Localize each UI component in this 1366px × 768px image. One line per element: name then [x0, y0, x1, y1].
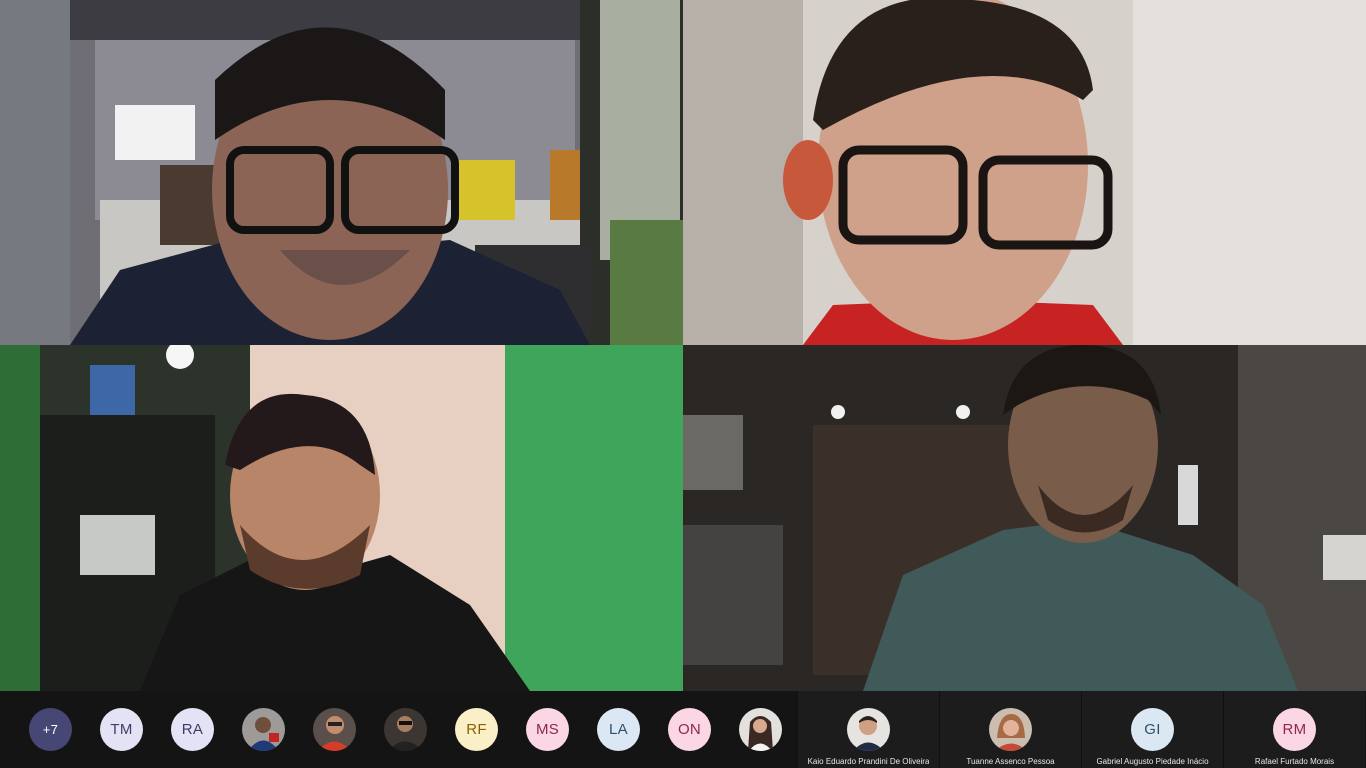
photo-avatar-icon	[847, 708, 890, 751]
video-tile-1[interactable]	[0, 0, 683, 345]
avatar-initials: LA	[609, 721, 628, 738]
participant-video-3	[0, 345, 683, 691]
participant-avatar-photo-3[interactable]	[384, 708, 427, 751]
participant-video-4	[683, 345, 1366, 691]
photo-avatar-icon	[313, 708, 356, 751]
participant-avatar-photo-6	[989, 708, 1032, 751]
participant-avatar-on[interactable]: ON	[668, 708, 711, 751]
named-participant-tile-3[interactable]: GI Gabriel Augusto Piedade Inácio	[1081, 691, 1223, 768]
participant-avatar-ms[interactable]: MS	[526, 708, 569, 751]
avatar-initials: RM	[1282, 721, 1307, 738]
participant-avatar-rf[interactable]: RF	[455, 708, 498, 751]
participant-avatar-tm[interactable]: TM	[100, 708, 143, 751]
participant-avatar-photo-5	[847, 708, 890, 751]
more-participants-button[interactable]: +7	[29, 708, 72, 751]
photo-avatar-icon	[739, 708, 782, 751]
avatar-initials: ON	[677, 721, 702, 738]
avatar-initials: GI	[1144, 721, 1161, 738]
more-participants-count: +7	[42, 722, 59, 737]
participant-roster: +7 TM RA RF MS LA ON	[0, 691, 797, 768]
avatar-initials: RA	[181, 721, 204, 738]
photo-avatar-icon	[989, 708, 1032, 751]
photo-avatar-icon	[242, 708, 285, 751]
video-grid	[0, 0, 1366, 691]
avatar-initials: RF	[466, 721, 487, 738]
participant-name: Kaio Eduardo Prandini De Oliveira	[807, 757, 930, 766]
participant-avatar-ra[interactable]: RA	[171, 708, 214, 751]
participant-strip: +7 TM RA RF MS LA ON Kaio Eduardo Prandi…	[0, 691, 1366, 768]
named-participant-tile-2[interactable]: Tuanne Assenco Pessoa	[939, 691, 1081, 768]
participant-avatar-gi: GI	[1131, 708, 1174, 751]
participant-video-2	[683, 0, 1366, 345]
participant-avatar-photo-1[interactable]	[242, 708, 285, 751]
meeting-window: +7 TM RA RF MS LA ON Kaio Eduardo Prandi…	[0, 0, 1366, 768]
participant-avatar-la[interactable]: LA	[597, 708, 640, 751]
avatar-initials: MS	[535, 721, 560, 738]
participant-name: Rafael Furtado Morais	[1254, 757, 1335, 766]
participant-avatar-rm: RM	[1273, 708, 1316, 751]
participant-avatar-photo-2[interactable]	[313, 708, 356, 751]
named-participant-tile-4[interactable]: RM Rafael Furtado Morais	[1223, 691, 1365, 768]
participant-avatar-photo-4[interactable]	[739, 708, 782, 751]
named-participants: Kaio Eduardo Prandini De Oliveira Tuanne…	[797, 691, 1366, 768]
participant-video-1	[0, 0, 683, 345]
avatar-initials: TM	[110, 721, 133, 738]
video-tile-4[interactable]	[683, 345, 1366, 691]
participant-name: Gabriel Augusto Piedade Inácio	[1096, 757, 1209, 766]
video-tile-2[interactable]	[683, 0, 1366, 345]
video-tile-3[interactable]	[0, 345, 683, 691]
photo-avatar-icon	[384, 708, 427, 751]
participant-name: Tuanne Assenco Pessoa	[966, 757, 1055, 766]
named-participant-tile-1[interactable]: Kaio Eduardo Prandini De Oliveira	[797, 691, 939, 768]
